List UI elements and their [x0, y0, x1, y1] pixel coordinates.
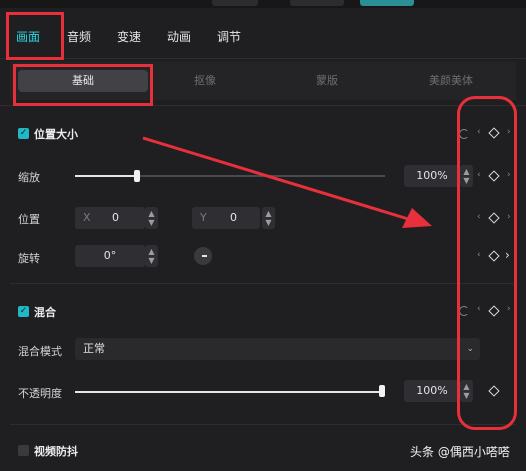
annotation-arrow	[142, 136, 432, 228]
